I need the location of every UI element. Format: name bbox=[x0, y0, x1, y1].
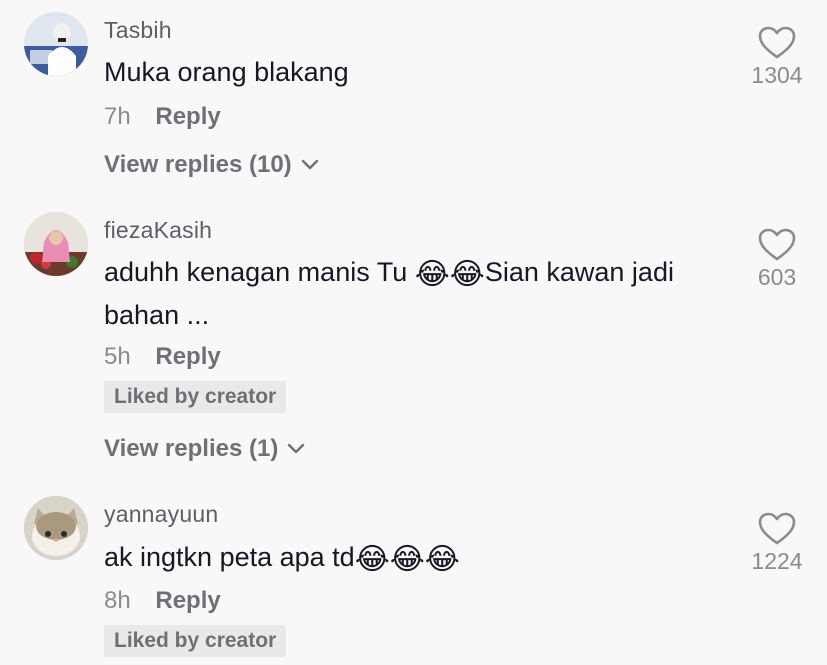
view-replies-button[interactable]: View replies (10) bbox=[104, 151, 320, 179]
heart-outline-icon bbox=[758, 228, 796, 261]
comment-text-part: ak ingtkn peta apa td bbox=[104, 542, 355, 572]
like-button[interactable]: 603 bbox=[749, 228, 805, 291]
comment-meta: 5h Reply bbox=[104, 343, 221, 371]
username[interactable]: fiezaKasih bbox=[104, 217, 212, 244]
avatar[interactable] bbox=[24, 496, 88, 560]
comment-time: 5h bbox=[104, 343, 131, 370]
heart-outline-icon bbox=[758, 26, 796, 59]
view-replies-button[interactable]: View replies (1) bbox=[104, 435, 306, 463]
comment-text: aduhh kenagan manis Tu 😂😂Sian kawan jadi… bbox=[104, 252, 744, 336]
heart-outline-icon bbox=[758, 512, 796, 545]
avatar[interactable] bbox=[24, 212, 88, 276]
like-count: 603 bbox=[757, 264, 797, 290]
comment-meta: 7h Reply bbox=[104, 103, 221, 131]
view-replies-label: View replies (1) bbox=[104, 435, 279, 462]
avatar[interactable] bbox=[24, 12, 88, 76]
reply-button[interactable]: Reply bbox=[155, 103, 220, 130]
liked-by-creator-badge: Liked by creator bbox=[104, 625, 287, 657]
like-count: 1224 bbox=[751, 548, 803, 574]
laughing-tears-emoji: 😂😂😂 bbox=[354, 543, 460, 576]
like-button[interactable]: 1224 bbox=[749, 512, 805, 575]
comment-text-part: aduhh kenagan manis Tu bbox=[104, 257, 415, 287]
chevron-down-icon bbox=[301, 159, 318, 170]
comment-text: Muka orang blakang bbox=[104, 57, 349, 87]
username[interactable]: yannayuun bbox=[104, 501, 218, 528]
chevron-down-icon bbox=[288, 443, 305, 454]
laughing-tears-emoji: 😂😂 bbox=[414, 258, 485, 291]
comment-time: 7h bbox=[104, 103, 131, 130]
liked-by-creator-badge: Liked by creator bbox=[104, 381, 287, 413]
username[interactable]: Tasbih bbox=[104, 17, 172, 44]
like-button[interactable]: 1304 bbox=[749, 26, 805, 89]
like-count: 1304 bbox=[751, 62, 803, 88]
view-replies-label: View replies (10) bbox=[104, 151, 292, 178]
reply-button[interactable]: Reply bbox=[155, 587, 220, 614]
comment-meta: 8h Reply bbox=[104, 587, 221, 615]
reply-button[interactable]: Reply bbox=[155, 343, 220, 370]
comment-text: ak ingtkn peta apa td😂😂😂 bbox=[104, 537, 744, 580]
comment-time: 8h bbox=[104, 587, 131, 614]
